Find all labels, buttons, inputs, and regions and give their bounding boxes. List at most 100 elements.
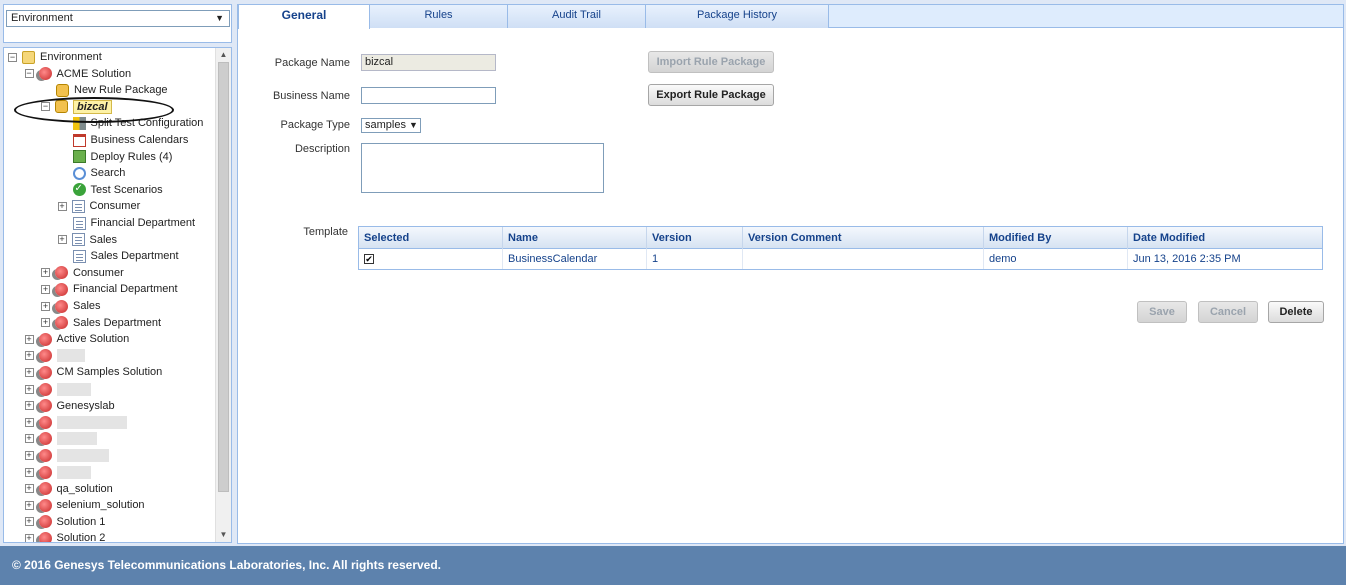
cancel-button[interactable]: Cancel (1198, 301, 1258, 323)
tree-node[interactable]: + Consumer (41, 265, 124, 281)
tree-node[interactable]: + Sales (41, 298, 101, 314)
delete-button[interactable]: Delete (1268, 301, 1324, 323)
tree-node-label: Test Scenarios (90, 183, 163, 196)
tab-general[interactable]: General (238, 5, 370, 29)
highlight-circle-annotation (14, 97, 174, 123)
tree-node[interactable]: + (24, 348, 85, 364)
tree-node[interactable]: + Consumer (57, 198, 140, 214)
tree-node[interactable]: Financial Department (58, 215, 196, 231)
column-header-version[interactable]: Version (647, 227, 743, 249)
scroll-down-icon[interactable]: ▼ (216, 528, 231, 542)
tree-node[interactable]: + (24, 464, 91, 480)
expand-icon[interactable]: + (24, 417, 34, 427)
tree-node[interactable]: − ACME Solution (24, 66, 132, 82)
tab-package-history[interactable]: Package History (646, 5, 829, 28)
rule-document-icon (72, 216, 86, 230)
solution-icon (38, 415, 52, 429)
column-header-name[interactable]: Name (503, 227, 647, 249)
tree-node[interactable]: + Active Solution (24, 331, 129, 347)
expand-icon[interactable]: + (41, 268, 50, 278)
expand-icon[interactable]: + (57, 201, 67, 211)
selected-checkbox[interactable]: ✔ (364, 254, 374, 265)
description-label: Description (294, 143, 350, 155)
column-header-date-modified[interactable]: Date Modified (1128, 227, 1322, 249)
tree-node-label: Financial Department (90, 217, 196, 229)
tree-node[interactable]: − Environment (8, 49, 102, 65)
package-name-field[interactable]: bizcal (361, 54, 496, 71)
expand-icon[interactable]: + (24, 467, 34, 477)
description-textarea[interactable] (361, 143, 604, 193)
save-button[interactable]: Save (1137, 301, 1187, 323)
tree-node-label: New Rule Package (74, 84, 168, 97)
expand-icon[interactable]: + (24, 517, 34, 527)
solution-icon (55, 266, 68, 280)
redacted-label (56, 349, 85, 363)
tree-node[interactable]: + selenium_solution (24, 497, 145, 513)
tree-node-label: ACME Solution (56, 67, 132, 80)
tree-node[interactable]: New Rule Package (41, 82, 168, 98)
import-rule-package-button[interactable]: Import Rule Package (648, 51, 774, 73)
tree-node[interactable]: + (24, 381, 91, 397)
expand-icon[interactable]: + (24, 351, 34, 361)
tree-node-label: Environment (40, 51, 102, 63)
solution-icon (38, 349, 52, 363)
business-name-field[interactable] (361, 87, 496, 104)
date-modified-cell: Jun 13, 2016 2:35 PM (1133, 253, 1241, 265)
expand-icon[interactable]: + (24, 450, 34, 460)
export-rule-package-button[interactable]: Export Rule Package (648, 84, 774, 106)
redacted-label (56, 415, 127, 429)
column-header-modified-by[interactable]: Modified By (984, 227, 1128, 249)
tree-node[interactable]: + (24, 447, 109, 463)
environment-select[interactable]: Environment ▼ (6, 10, 230, 27)
tree-node[interactable]: + Sales (57, 232, 117, 248)
column-header-selected[interactable]: Selected (359, 227, 503, 249)
solution-icon (38, 531, 52, 542)
tree-node[interactable]: Business Calendars (58, 132, 188, 148)
tree-node[interactable]: + qa_solution (24, 481, 113, 497)
tree-scrollbar[interactable]: ▲ ▼ (215, 48, 231, 542)
tree-node[interactable]: + CM Samples Solution (24, 364, 162, 380)
tab-rules[interactable]: Rules (370, 5, 508, 28)
tree-node[interactable]: Sales Department (58, 248, 179, 264)
tree-node[interactable]: + (24, 431, 97, 447)
expand-icon[interactable]: + (41, 284, 50, 294)
package-type-value: samples (365, 119, 406, 131)
solution-icon (38, 482, 52, 496)
tree-node[interactable]: Search (58, 165, 125, 181)
tree-node[interactable]: Deploy Rules (4) (58, 149, 172, 165)
expand-icon[interactable]: + (24, 384, 34, 394)
tree-node-label: Sales (73, 300, 101, 312)
environment-selector-container: Environment ▼ (3, 4, 232, 43)
tree-node[interactable]: + Solution 2 (24, 530, 105, 542)
tree-node[interactable]: + (24, 414, 127, 430)
tree-node[interactable]: + Solution 1 (24, 514, 105, 530)
expand-icon[interactable]: + (41, 301, 50, 311)
solution-icon (38, 332, 52, 346)
tree-node[interactable]: + Genesyslab (24, 398, 115, 414)
expand-icon[interactable]: + (24, 367, 34, 377)
folder-icon (22, 50, 35, 64)
tab-audit-trail[interactable]: Audit Trail (508, 5, 646, 28)
expand-icon[interactable]: + (57, 235, 67, 245)
expand-icon[interactable]: + (24, 533, 34, 542)
expand-icon[interactable]: + (24, 434, 34, 444)
tree-node[interactable]: + Sales Department (41, 315, 161, 331)
package-type-select[interactable]: samples ▼ (361, 118, 421, 133)
scroll-up-icon[interactable]: ▲ (216, 48, 231, 62)
expand-icon[interactable]: + (24, 500, 34, 510)
expand-icon[interactable]: + (24, 334, 34, 344)
scrollbar-thumb[interactable] (218, 62, 229, 492)
expand-icon[interactable]: + (24, 401, 34, 411)
deploy-icon (72, 150, 86, 164)
tree-node[interactable]: Test Scenarios (58, 181, 163, 198)
collapse-icon[interactable]: − (8, 52, 17, 62)
template-grid: Selected Name Version Version Comment Mo… (358, 226, 1323, 270)
collapse-icon[interactable]: − (24, 69, 34, 79)
redacted-label (56, 448, 109, 462)
dropdown-arrow-icon[interactable]: ▼ (215, 11, 224, 26)
column-header-version-comment[interactable]: Version Comment (743, 227, 984, 249)
expand-icon[interactable]: + (24, 484, 34, 494)
expand-icon[interactable]: + (41, 318, 50, 328)
tree-node[interactable]: + Financial Department (41, 281, 178, 297)
rule-document-icon (71, 199, 85, 213)
